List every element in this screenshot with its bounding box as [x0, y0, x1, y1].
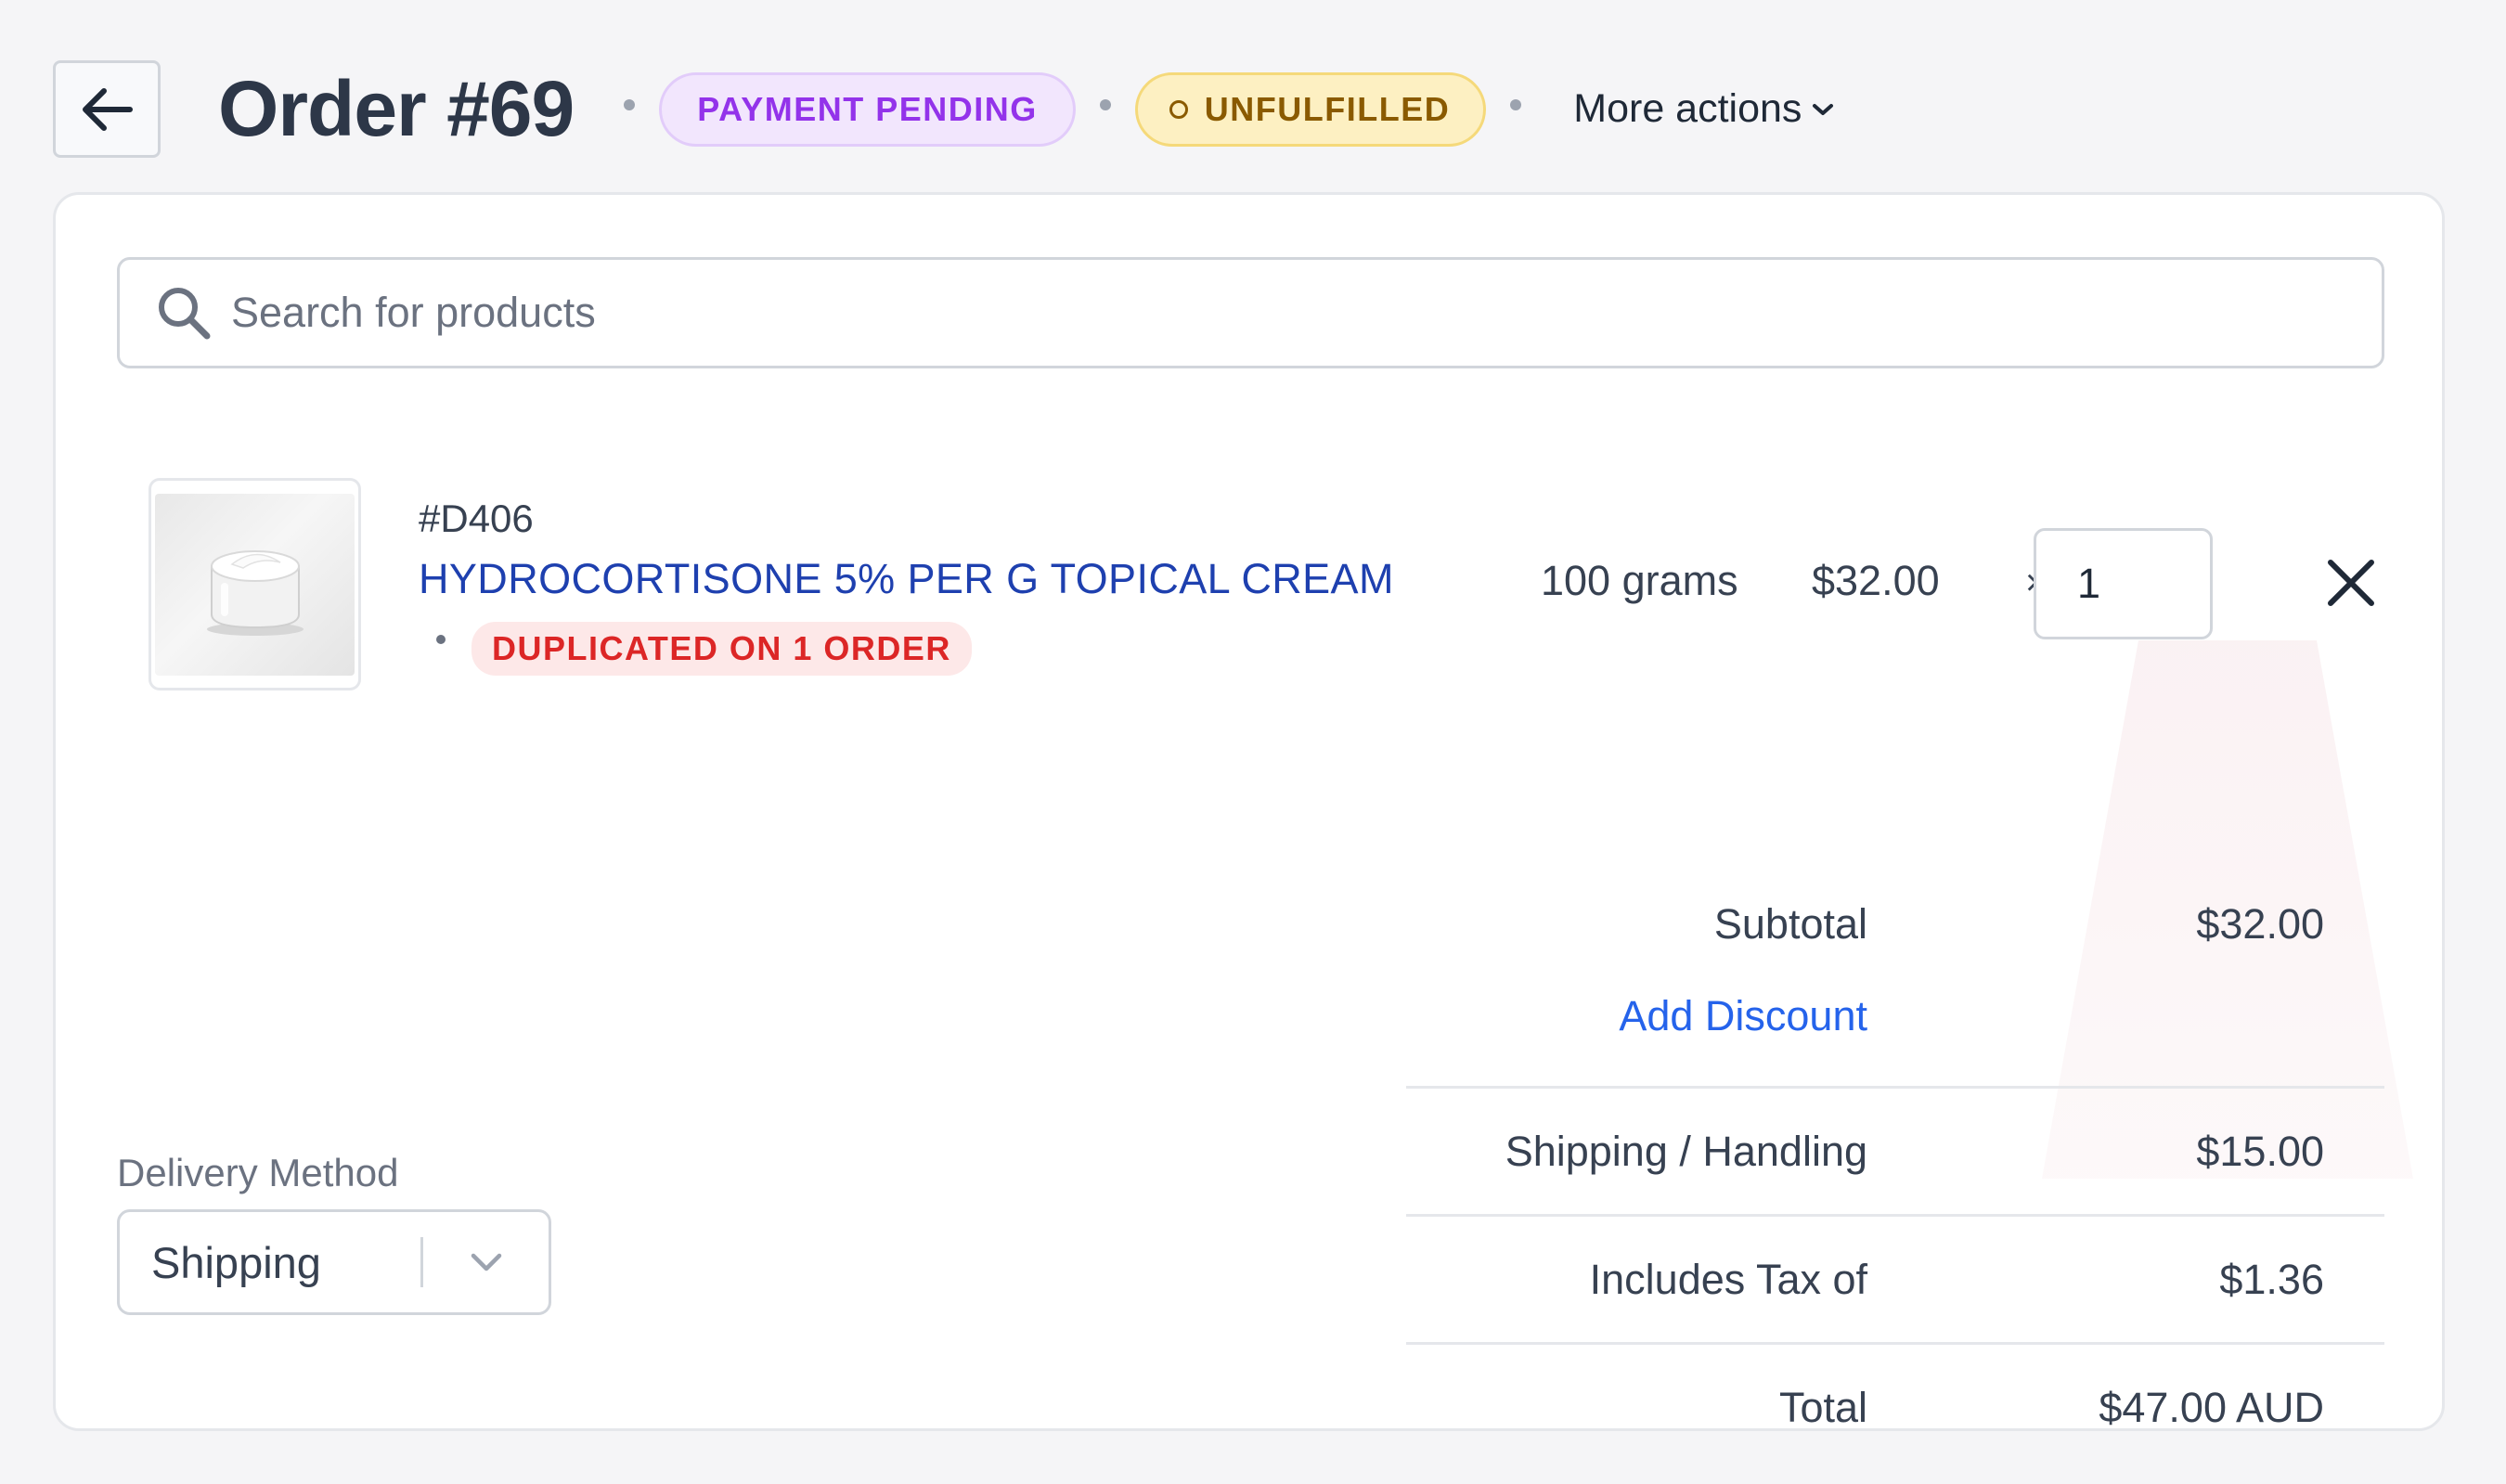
separator-dot: [1510, 98, 1522, 110]
total-label: Total: [1778, 1383, 1867, 1431]
payment-status-badge: PAYMENT PENDING: [659, 71, 1076, 147]
arrow-left-icon: [83, 87, 133, 131]
delivery-method-label: Delivery Method: [117, 1151, 399, 1194]
product-image: [149, 478, 361, 690]
tax-label: Includes Tax of: [1589, 1255, 1867, 1303]
shipping-row: Shipping / Handling $15.00: [1406, 1086, 2384, 1214]
quantity-field[interactable]: [2034, 528, 2213, 639]
quantity-input[interactable]: [2077, 560, 2189, 608]
chevron-down-icon: [423, 1250, 549, 1274]
discount-row: Add Discount: [1406, 923, 2384, 1086]
product-name-link[interactable]: HYDROCORTISONE 5% PER G TOPICAL CREAM: [419, 555, 1394, 603]
more-actions-label: More actions: [1573, 86, 1802, 131]
shipping-value: $15.00: [2196, 1127, 2324, 1175]
delivery-method-select[interactable]: Shipping: [117, 1209, 551, 1315]
fulfillment-status-label: UNFULFILLED: [1204, 89, 1451, 128]
order-header: Order #69 PAYMENT PENDING UNFULFILLED Mo…: [53, 60, 1835, 158]
chevron-down-icon: [1813, 103, 1834, 115]
add-discount-link[interactable]: Add Discount: [1619, 992, 1867, 1040]
search-input[interactable]: [231, 289, 2273, 337]
product-sku: #D406: [419, 497, 534, 540]
duplicate-warning-badge: DUPLICATED ON 1 ORDER: [471, 622, 972, 676]
order-totals: Subtotal $32.00 Add Discount Shipping / …: [1406, 900, 2384, 1470]
total-value: $47.00 AUD: [2099, 1383, 2324, 1431]
page-title: Order #69: [218, 65, 575, 152]
fulfillment-status-badge: UNFULFILLED: [1134, 71, 1487, 147]
separator-dot: [1099, 98, 1111, 110]
product-price: $32.00: [1812, 557, 1940, 604]
shipping-label: Shipping / Handling: [1505, 1127, 1867, 1175]
duplicate-warning: DUPLICATED ON 1 ORDER: [436, 622, 972, 676]
cream-jar-image: [206, 549, 304, 636]
more-actions-dropdown[interactable]: More actions: [1573, 86, 1835, 132]
tax-value: $1.36: [2219, 1255, 2324, 1303]
tax-row: Includes Tax of $1.36: [1406, 1214, 2384, 1342]
remove-item-button[interactable]: [2319, 550, 2383, 615]
delivery-method-value: Shipping: [151, 1237, 321, 1287]
product-unit: 100 grams: [1541, 557, 1738, 604]
circle-icon: [1169, 99, 1188, 119]
separator-dot: [624, 98, 636, 110]
total-row: Total $47.00 AUD: [1406, 1342, 2384, 1470]
product-search[interactable]: [117, 257, 2384, 368]
search-icon: [159, 288, 211, 340]
back-button[interactable]: [53, 60, 161, 158]
order-card: #D406 HYDROCORTISONE 5% PER G TOPICAL CR…: [53, 192, 2445, 1431]
bullet-dot: [436, 635, 446, 644]
close-icon: [2328, 560, 2374, 606]
